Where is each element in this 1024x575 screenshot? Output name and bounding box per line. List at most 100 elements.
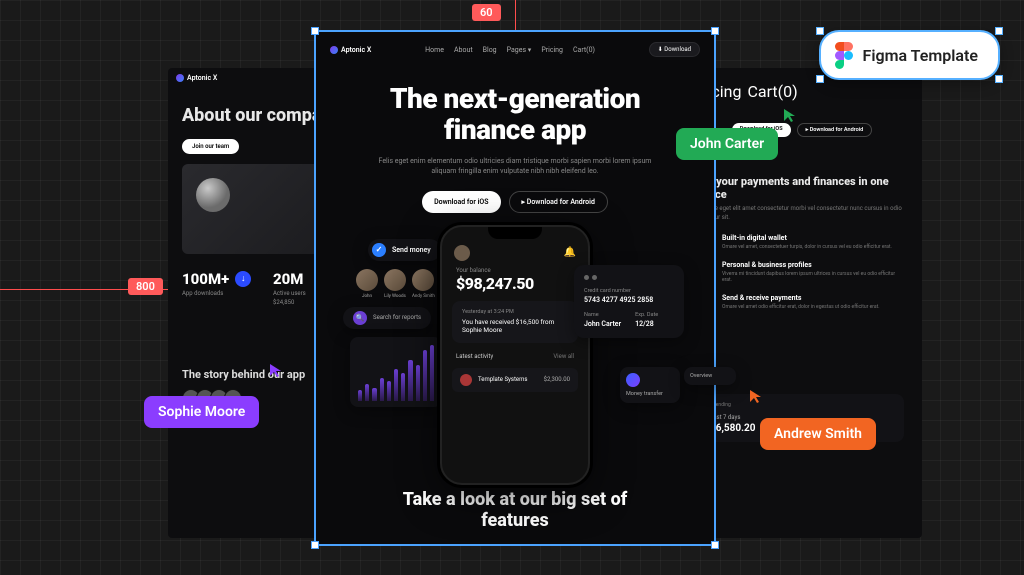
mini-bar-chart bbox=[350, 337, 442, 407]
transfer-icon bbox=[626, 373, 640, 387]
avatar bbox=[412, 269, 434, 291]
card-label: Spending bbox=[710, 402, 894, 408]
send-money-label: Send money bbox=[392, 246, 431, 254]
feature-item: ↗ Send & receive payments Ornare vel ame… bbox=[700, 294, 904, 311]
transaction-row[interactable]: Template Systems $2,300.00 bbox=[452, 368, 578, 392]
search-icon: 🔍 bbox=[353, 311, 367, 325]
bell-icon[interactable]: 🔔 bbox=[564, 247, 576, 258]
nav-link[interactable]: Home bbox=[425, 46, 444, 54]
balance-value: $98,247.50 bbox=[442, 274, 588, 293]
tile-label: Overview bbox=[690, 373, 712, 379]
join-team-button[interactable]: Join our team bbox=[182, 139, 239, 154]
send-money-chip[interactable]: ✓ Send money bbox=[368, 239, 441, 261]
contact-name: Andy Smith bbox=[412, 294, 435, 299]
resize-handle-bottom-left[interactable] bbox=[311, 541, 319, 549]
phone-header: 🔔 bbox=[442, 239, 588, 263]
nav-links: Pricing Cart(0) bbox=[692, 82, 912, 101]
search-placeholder: Search for reports bbox=[373, 314, 421, 321]
features-heading: Take a look at our big set of features bbox=[316, 479, 714, 532]
tile-label: Money transfer bbox=[626, 391, 663, 397]
hero-subtitle: Felis eget enim elementum odio ultricies… bbox=[356, 156, 674, 177]
phone-mockup: 🔔 Your balance $98,247.50 Yesterday at 3… bbox=[440, 225, 590, 485]
stat-downloads: 100M+ ↓ App downloads bbox=[182, 270, 263, 306]
card-number-label: Credit card number bbox=[584, 288, 674, 294]
download-android-button[interactable]: ▸ Download for Android bbox=[509, 191, 608, 213]
tx-name: Template Systems bbox=[478, 376, 527, 383]
hero-buttons: Download for iOS ▸ Download for Android bbox=[356, 191, 674, 213]
nav-link[interactable]: Pages ▾ bbox=[507, 46, 532, 54]
feature-title: Personal & business profiles bbox=[722, 261, 904, 269]
notification-card: Yesterday at 3:24 PM You have received $… bbox=[452, 301, 578, 343]
contact-item[interactable]: Lily Woods bbox=[384, 269, 406, 299]
avatar bbox=[356, 269, 378, 291]
badge-label: Figma Template bbox=[863, 46, 978, 65]
stat-value: 20M bbox=[273, 270, 303, 288]
latest-activity-label: Latest activity bbox=[456, 353, 493, 360]
hero: The next-generation finance app Felis eg… bbox=[316, 67, 714, 219]
avatar bbox=[454, 245, 470, 261]
feature-list: ◆ Built-in digital wallet Ornare vel ame… bbox=[682, 222, 922, 332]
stat-label: App downloads bbox=[182, 290, 263, 297]
search-pill[interactable]: 🔍 Search for reports bbox=[343, 307, 431, 329]
card-number: 5743 4277 4925 2858 bbox=[584, 296, 674, 304]
collaborator-tag-john: John Carter bbox=[676, 128, 778, 160]
logo-mark-icon bbox=[176, 74, 184, 82]
download-ios-button[interactable]: Download for iOS bbox=[422, 191, 500, 213]
feature-item: ◆ Built-in digital wallet Ornare vel ame… bbox=[700, 234, 904, 251]
nav-link[interactable]: Pricing bbox=[541, 46, 563, 54]
selected-frame[interactable]: Aptonic X Home About Blog Pages ▾ Pricin… bbox=[314, 30, 716, 546]
avatar bbox=[384, 269, 406, 291]
brand-name: Aptonic X bbox=[187, 74, 217, 82]
figma-logo-icon bbox=[835, 42, 853, 68]
notif-text: You have received $16,500 from Sophie Mo… bbox=[462, 318, 568, 335]
resize-handle-top-left[interactable] bbox=[311, 27, 319, 35]
spacing-label-top: 60 bbox=[472, 4, 501, 21]
contact-name: John bbox=[356, 294, 378, 299]
nav-link[interactable]: Blog bbox=[483, 46, 497, 54]
card-name-label: Name bbox=[584, 312, 621, 318]
brand-logo: Aptonic X bbox=[330, 46, 371, 54]
balance-label: Your balance bbox=[442, 263, 588, 274]
merchant-icon bbox=[460, 374, 472, 386]
download-icon: ↓ bbox=[235, 271, 251, 287]
overview-tile[interactable]: Overview bbox=[684, 367, 736, 385]
feature-desc: Ornare vel amet odio efficitur erat, dol… bbox=[722, 304, 880, 311]
brand-name: Aptonic X bbox=[341, 46, 371, 54]
brand-logo: Aptonic X bbox=[176, 74, 217, 82]
resize-handle-bottom-right[interactable] bbox=[711, 541, 719, 549]
stat-value: 100M+ bbox=[182, 270, 229, 288]
phone-notch bbox=[488, 227, 542, 239]
card-chip-icon bbox=[584, 275, 674, 280]
feature-title: Send & receive payments bbox=[722, 294, 880, 302]
download-button[interactable]: ⬇ Download bbox=[649, 42, 700, 57]
feature-desc: Viverra mi tincidunt dapibus lorem ipsum… bbox=[722, 271, 904, 284]
nav-links: Home About Blog Pages ▾ Pricing Cart(0) bbox=[425, 46, 595, 54]
card-exp: 12/28 bbox=[635, 320, 658, 328]
resize-handle-top-right[interactable] bbox=[711, 27, 719, 35]
collaborator-tag-sophie: Sophie Moore bbox=[144, 396, 259, 428]
download-android-button[interactable]: ▸ Download for Android bbox=[797, 123, 873, 137]
contact-item[interactable]: Andy Smith bbox=[412, 269, 435, 299]
feature-title: Built-in digital wallet bbox=[722, 234, 892, 242]
figma-template-badge[interactable]: Figma Template bbox=[819, 30, 1000, 80]
hero-title: The next-generation finance app bbox=[356, 83, 674, 146]
collaborator-tag-andrew: Andrew Smith bbox=[760, 418, 876, 450]
credit-card-widget: Credit card number 5743 4277 4925 2858 N… bbox=[574, 265, 684, 338]
spacing-label-left: 800 bbox=[128, 278, 163, 295]
spacing-guide-vertical bbox=[515, 0, 516, 30]
site-nav: Aptonic X Home About Blog Pages ▾ Pricin… bbox=[316, 32, 714, 67]
logo-mark-icon bbox=[330, 46, 338, 54]
notif-time: Yesterday at 3:24 PM bbox=[462, 309, 568, 315]
nav-link[interactable]: Cart(0) bbox=[748, 82, 798, 101]
view-all-link[interactable]: View all bbox=[553, 353, 574, 360]
tx-amount: $2,300.00 bbox=[544, 376, 570, 383]
payments-sub: Ornare eget elit amet consectetur morbi … bbox=[682, 205, 922, 222]
card-exp-label: Exp. Date bbox=[635, 312, 658, 318]
contact-item[interactable]: John bbox=[356, 269, 378, 299]
feature-item: ◉ Personal & business profiles Viverra m… bbox=[700, 261, 904, 284]
nav-link[interactable]: About bbox=[454, 46, 473, 54]
feature-desc: Ornare vel amet, consectetuer turpis, do… bbox=[722, 244, 892, 251]
nav-link[interactable]: Cart(0) bbox=[573, 46, 595, 54]
check-icon: ✓ bbox=[372, 243, 386, 257]
money-transfer-tile[interactable]: Money transfer bbox=[620, 367, 680, 403]
